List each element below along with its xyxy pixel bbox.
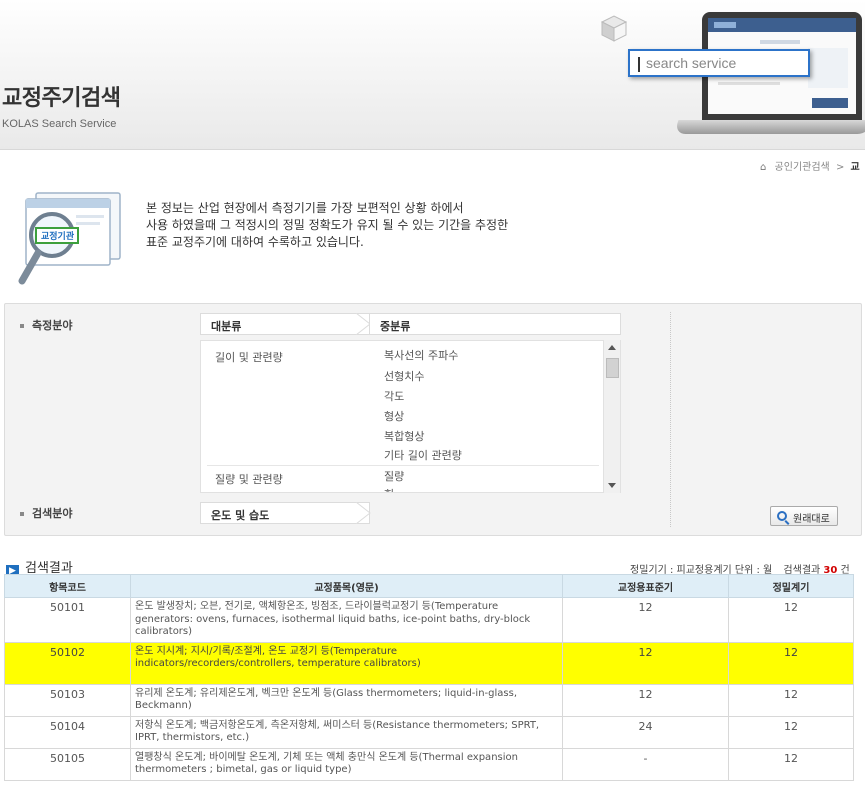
cube-icon: [600, 15, 628, 42]
cell-item[interactable]: 온도 발생장치; 오븐, 전기로, 액체항온조, 빙점조, 드라이블럭교정기 등…: [130, 597, 563, 643]
cell-precision: 12: [728, 597, 854, 643]
scroll-down-icon[interactable]: [608, 483, 616, 488]
panel-divider: [670, 312, 671, 527]
table-row[interactable]: 50105 열팽창식 온도계; 바이메탈 온도계, 기체 또는 액체 충만식 온…: [4, 747, 854, 781]
home-icon[interactable]: ⌂: [760, 162, 766, 173]
subcategory-item[interactable]: 질량: [384, 468, 404, 484]
column-header-precision[interactable]: 정밀계기: [728, 574, 854, 598]
subcategory-item[interactable]: 복사선의 주파수: [384, 347, 458, 363]
subcategory-item[interactable]: 힘: [384, 486, 394, 492]
cell-item[interactable]: 온도 지시계; 지시/기록/조절계, 온도 교정기 등(Temperature …: [130, 641, 563, 685]
table-row[interactable]: 50101 온도 발생장치; 오븐, 전기로, 액체항온조, 빙점조, 드라이블…: [4, 597, 854, 643]
cell-standard: 24: [562, 715, 729, 749]
table-row[interactable]: 50103 유리제 온도계; 유리제온도계, 벡크만 온도계 등(Glass t…: [4, 683, 854, 717]
search-field-value: 온도 및 습도: [200, 502, 370, 524]
category-item[interactable]: 질량 및 관련량: [215, 471, 283, 487]
cell-code: 50104: [4, 715, 131, 749]
cell-standard: 12: [562, 597, 729, 643]
scroll-thumb[interactable]: [606, 358, 619, 378]
breadcrumb-item-current: 교: [850, 162, 860, 173]
intro-description: 본 정보는 산업 현장에서 측정기기를 가장 보편적인 상황 하에서 사용 하였…: [146, 200, 508, 251]
search-service-text: search service: [646, 55, 737, 71]
search-field-label: 검색분야: [20, 505, 72, 521]
cell-precision: 12: [728, 641, 854, 685]
reset-button-label: 원래대로: [793, 514, 830, 525]
breadcrumb: ⌂ 공인기관검색 > 교: [760, 158, 860, 173]
page-header: 교정주기검색 KOLAS Search Service search servi…: [0, 0, 865, 150]
subcategory-item[interactable]: 각도: [384, 388, 404, 404]
results-table: 항목코드 교정품목(영문) 교정용표준기 정밀계기 50101 온도 발생장치;…: [4, 574, 854, 781]
cell-precision: 12: [728, 747, 854, 781]
cell-code: 50101: [4, 597, 131, 643]
column-header-major: 대분류: [200, 313, 370, 335]
breadcrumb-separator-icon: >: [835, 162, 845, 173]
document-magnifier-icon: 교정기관: [18, 192, 121, 285]
intro-line: 사용 하였을때 그 적정시의 정밀 정확도가 유지 될 수 있는 기간을 추정한: [146, 218, 509, 232]
category-list[interactable]: 길이 및 관련량 복사선의 주파수 선형치수 각도 형상 복합형상 기타 길이 …: [200, 340, 621, 493]
table-row-highlighted[interactable]: 50102 온도 지시계; 지시/기록/조절계, 온도 교정기 등(Temper…: [4, 641, 854, 685]
intro-badge-text: 교정기관: [41, 230, 75, 242]
column-header-code[interactable]: 항목코드: [4, 574, 131, 598]
list-divider: [207, 465, 599, 466]
category-item[interactable]: 길이 및 관련량: [215, 349, 283, 365]
cell-precision: 12: [728, 715, 854, 749]
cell-code: 50102: [4, 641, 131, 685]
scroll-up-icon[interactable]: [608, 345, 616, 350]
intro-line: 표준 교정주기에 대하여 수록하고 있습니다.: [146, 235, 364, 249]
cell-item[interactable]: 유리제 온도계; 유리제온도계, 벡크만 온도계 등(Glass thermom…: [130, 683, 563, 717]
column-header-item[interactable]: 교정품목(영문): [130, 574, 563, 598]
page-subtitle: KOLAS Search Service: [2, 118, 117, 130]
cell-item[interactable]: 저항식 온도계; 백금저항온도계, 측온저항체, 써미스터 등(Resistan…: [130, 715, 563, 749]
breadcrumb-item-home[interactable]: 공인기관검색: [775, 162, 830, 173]
reset-button[interactable]: 원래대로: [770, 506, 838, 526]
subcategory-item[interactable]: 기타 길이 관련량: [384, 447, 462, 463]
intro-line: 본 정보는 산업 현장에서 측정기기를 가장 보편적인 상황 하에서: [146, 201, 464, 215]
list-scrollbar[interactable]: [603, 340, 620, 493]
cell-standard: -: [562, 747, 729, 781]
page-title: 교정주기검색: [2, 86, 121, 111]
cell-item[interactable]: 열팽창식 온도계; 바이메탈 온도계, 기체 또는 액체 충만식 온도계 등(T…: [130, 747, 563, 781]
search-service-box: search service: [628, 49, 810, 77]
cell-code: 50105: [4, 747, 131, 781]
cell-standard: 12: [562, 683, 729, 717]
cell-precision: 12: [728, 683, 854, 717]
cell-standard: 12: [562, 641, 729, 685]
subcategory-item[interactable]: 선형치수: [384, 368, 424, 384]
arrow-separator-icon: [356, 502, 371, 524]
subcategory-item[interactable]: 복합형상: [384, 428, 424, 444]
table-row[interactable]: 50104 저항식 온도계; 백금저항온도계, 측온저항체, 써미스터 등(Re…: [4, 715, 854, 749]
subcategory-item[interactable]: 형상: [384, 408, 404, 424]
field-label: 측정분야: [20, 317, 72, 333]
cell-code: 50103: [4, 683, 131, 717]
column-header-middle: 중분류: [370, 313, 621, 335]
magnifier-icon: [777, 511, 787, 521]
column-header-standard[interactable]: 교정용표준기: [562, 574, 729, 598]
